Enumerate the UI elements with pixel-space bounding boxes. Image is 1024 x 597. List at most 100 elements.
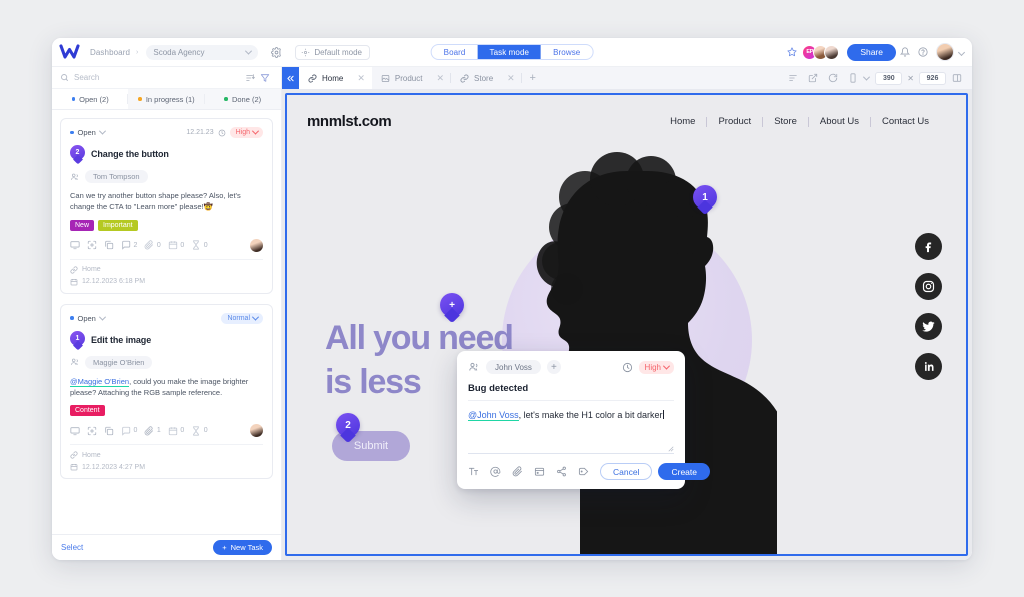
time-count[interactable]: 0 bbox=[191, 425, 208, 436]
device-icon[interactable] bbox=[844, 70, 862, 86]
search-input[interactable] bbox=[74, 73, 242, 82]
share-button[interactable]: Share bbox=[847, 43, 896, 61]
attachment-count[interactable]: 0 bbox=[144, 240, 161, 250]
star-icon[interactable] bbox=[784, 47, 800, 57]
user-avatar[interactable] bbox=[936, 43, 954, 61]
tab-done[interactable]: Done (2) bbox=[204, 89, 281, 109]
website-preview-frame[interactable]: mnmlst.com Home Product Store About Us C… bbox=[285, 93, 968, 556]
help-icon[interactable] bbox=[914, 44, 932, 60]
site-logo[interactable]: mnmlst.com bbox=[307, 113, 392, 130]
segment-browse[interactable]: Browse bbox=[541, 45, 592, 59]
close-icon[interactable]: ✕ bbox=[507, 73, 515, 84]
cancel-button[interactable]: Cancel bbox=[600, 463, 653, 480]
segment-board[interactable]: Board bbox=[432, 45, 478, 59]
segment-task-mode[interactable]: Task mode bbox=[477, 45, 542, 59]
comment-count[interactable]: 0 bbox=[121, 426, 137, 436]
close-icon[interactable]: ✕ bbox=[357, 73, 365, 84]
attachment-count[interactable]: 1 bbox=[144, 425, 161, 436]
facebook-icon[interactable] bbox=[915, 233, 942, 260]
bell-icon[interactable] bbox=[896, 44, 914, 60]
new-task-button[interactable]: + New Task bbox=[213, 540, 272, 555]
monitor-icon[interactable] bbox=[70, 240, 80, 250]
close-icon[interactable]: ✕ bbox=[436, 73, 444, 84]
mention-link[interactable]: @John Voss bbox=[468, 410, 519, 421]
file-tab-store[interactable]: Store ✕ bbox=[451, 67, 522, 89]
nav-link-contact-us[interactable]: Contact Us bbox=[871, 116, 940, 127]
viewport-width-input[interactable]: 390 bbox=[875, 71, 903, 85]
copy-icon[interactable] bbox=[104, 240, 114, 250]
nav-link-store[interactable]: Store bbox=[763, 116, 808, 127]
app-logo[interactable] bbox=[59, 44, 81, 60]
tab-in-progress[interactable]: In progress (1) bbox=[128, 89, 205, 109]
assignee-chip[interactable]: Maggie O'Brien bbox=[85, 355, 153, 369]
mention-link[interactable]: @Maggie O'Brien bbox=[70, 376, 130, 387]
twitter-icon[interactable] bbox=[915, 313, 942, 340]
time-count[interactable]: 0 bbox=[191, 240, 208, 250]
settings-gear-icon[interactable] bbox=[269, 45, 283, 59]
calendar-count[interactable]: 0 bbox=[168, 240, 184, 250]
scan-icon[interactable] bbox=[87, 426, 97, 436]
priority-badge[interactable]: High bbox=[229, 127, 263, 138]
resize-handle-icon[interactable] bbox=[668, 446, 674, 452]
tag-important[interactable]: Important bbox=[98, 219, 138, 231]
task-status[interactable]: Open bbox=[70, 127, 106, 137]
canvas-pin-2[interactable]: 2 bbox=[336, 413, 360, 444]
view-mode-switcher[interactable]: Board Task mode Browse bbox=[430, 44, 594, 60]
assignee-chip[interactable]: Tom Tompson bbox=[85, 170, 148, 183]
create-button[interactable]: Create bbox=[658, 463, 710, 480]
avatar[interactable] bbox=[824, 44, 840, 60]
refresh-icon[interactable] bbox=[824, 70, 842, 86]
share-icon[interactable] bbox=[556, 466, 567, 477]
file-tab-product[interactable]: Product ✕ bbox=[372, 67, 452, 89]
tag-new[interactable]: New bbox=[70, 219, 95, 231]
project-selector[interactable]: Scoda Agency bbox=[146, 44, 259, 60]
calendar-count[interactable]: 0 bbox=[168, 426, 184, 436]
text-format-icon[interactable] bbox=[468, 466, 479, 477]
task-card[interactable]: Open 12.21.23 High 2 Change the button T… bbox=[60, 118, 273, 294]
clock-icon[interactable] bbox=[622, 362, 633, 373]
mention-icon[interactable] bbox=[490, 466, 501, 477]
avatar[interactable] bbox=[250, 424, 263, 437]
linkedin-icon[interactable] bbox=[915, 353, 942, 380]
image-icon[interactable] bbox=[534, 466, 545, 477]
avatar[interactable] bbox=[250, 238, 263, 252]
list-icon[interactable] bbox=[784, 70, 802, 86]
task-page-ref[interactable]: Home bbox=[70, 265, 263, 274]
filter-icon[interactable] bbox=[257, 73, 272, 83]
popup-comment-input[interactable]: @John Voss, let's make the H1 color a bi… bbox=[468, 409, 674, 453]
task-card[interactable]: Open Normal 1 Edit the image Maggie O'Br… bbox=[60, 303, 273, 479]
file-tab-home[interactable]: Home ✕ bbox=[299, 67, 372, 89]
popup-priority-badge[interactable]: High bbox=[638, 360, 674, 374]
attachment-icon[interactable] bbox=[512, 466, 523, 477]
default-mode-button[interactable]: Default mode bbox=[295, 44, 370, 60]
select-button[interactable]: Select bbox=[61, 543, 83, 552]
nav-link-about-us[interactable]: About Us bbox=[809, 116, 870, 127]
add-assignee-button[interactable]: + bbox=[546, 360, 561, 374]
breadcrumb-root[interactable]: Dashboard bbox=[90, 48, 130, 57]
layout-icon[interactable] bbox=[948, 70, 966, 86]
nav-link-home[interactable]: Home bbox=[659, 116, 706, 127]
tag-icon[interactable] bbox=[578, 466, 589, 477]
task-page-ref[interactable]: Home bbox=[70, 451, 263, 459]
instagram-icon[interactable] bbox=[915, 273, 942, 300]
canvas-pin-new[interactable]: + bbox=[440, 293, 464, 324]
external-link-icon[interactable] bbox=[804, 70, 822, 86]
viewport-height-input[interactable]: 926 bbox=[919, 71, 946, 85]
tab-open[interactable]: Open (2) bbox=[52, 89, 129, 109]
popup-assignee-chip[interactable]: John Voss bbox=[486, 360, 541, 374]
nav-link-product[interactable]: Product bbox=[707, 116, 762, 127]
scan-icon[interactable] bbox=[87, 240, 97, 250]
chevron-down-icon[interactable] bbox=[863, 73, 871, 81]
collapse-sidebar-button[interactable] bbox=[282, 67, 299, 89]
add-tab-button[interactable]: + bbox=[522, 67, 544, 89]
copy-icon[interactable] bbox=[104, 426, 114, 436]
collaborator-avatars[interactable]: EP bbox=[802, 44, 840, 60]
canvas-pin-1[interactable]: 1 bbox=[693, 185, 717, 216]
monitor-icon[interactable] bbox=[70, 426, 80, 436]
priority-badge[interactable]: Normal bbox=[221, 312, 263, 324]
tag-content[interactable]: Content bbox=[70, 405, 105, 416]
comment-count[interactable]: 2 bbox=[121, 240, 137, 250]
task-status[interactable]: Open bbox=[70, 313, 106, 323]
chevron-down-icon[interactable] bbox=[957, 48, 966, 56]
popup-title-input[interactable]: Bug detected bbox=[468, 383, 674, 401]
